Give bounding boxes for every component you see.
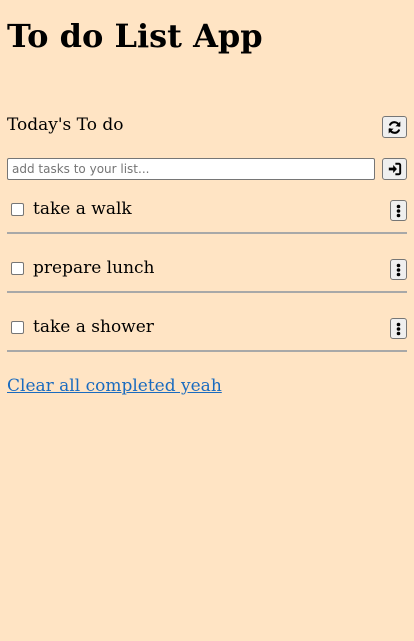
app-title: To do List App (7, 17, 263, 55)
section-header: Today's To do (7, 113, 407, 139)
task-list: take a walk prepare lunch take a shower (7, 190, 407, 367)
section-title: Today's To do (7, 115, 124, 135)
vertical-ellipsis-icon (396, 322, 401, 336)
task-text: take a walk (33, 199, 132, 219)
clear-completed-link[interactable]: Clear all completed yeah (7, 374, 222, 398)
task-menu-button[interactable] (390, 259, 407, 280)
task-checkbox[interactable] (11, 321, 24, 334)
add-task-input[interactable] (7, 158, 375, 180)
vertical-ellipsis-icon (396, 204, 401, 218)
task-item: prepare lunch (7, 249, 407, 308)
task-checkbox[interactable] (11, 203, 24, 216)
add-task-button[interactable] (382, 158, 407, 180)
task-item: take a shower (7, 308, 407, 367)
refresh-icon (387, 120, 402, 135)
refresh-button[interactable] (382, 116, 407, 138)
task-menu-button[interactable] (390, 318, 407, 339)
add-task-row (7, 158, 407, 180)
task-text: take a shower (33, 317, 154, 337)
task-checkbox[interactable] (11, 262, 24, 275)
task-menu-button[interactable] (390, 200, 407, 221)
task-text: prepare lunch (33, 258, 155, 278)
vertical-ellipsis-icon (396, 263, 401, 277)
sign-in-icon (387, 162, 402, 176)
task-item: take a walk (7, 190, 407, 249)
